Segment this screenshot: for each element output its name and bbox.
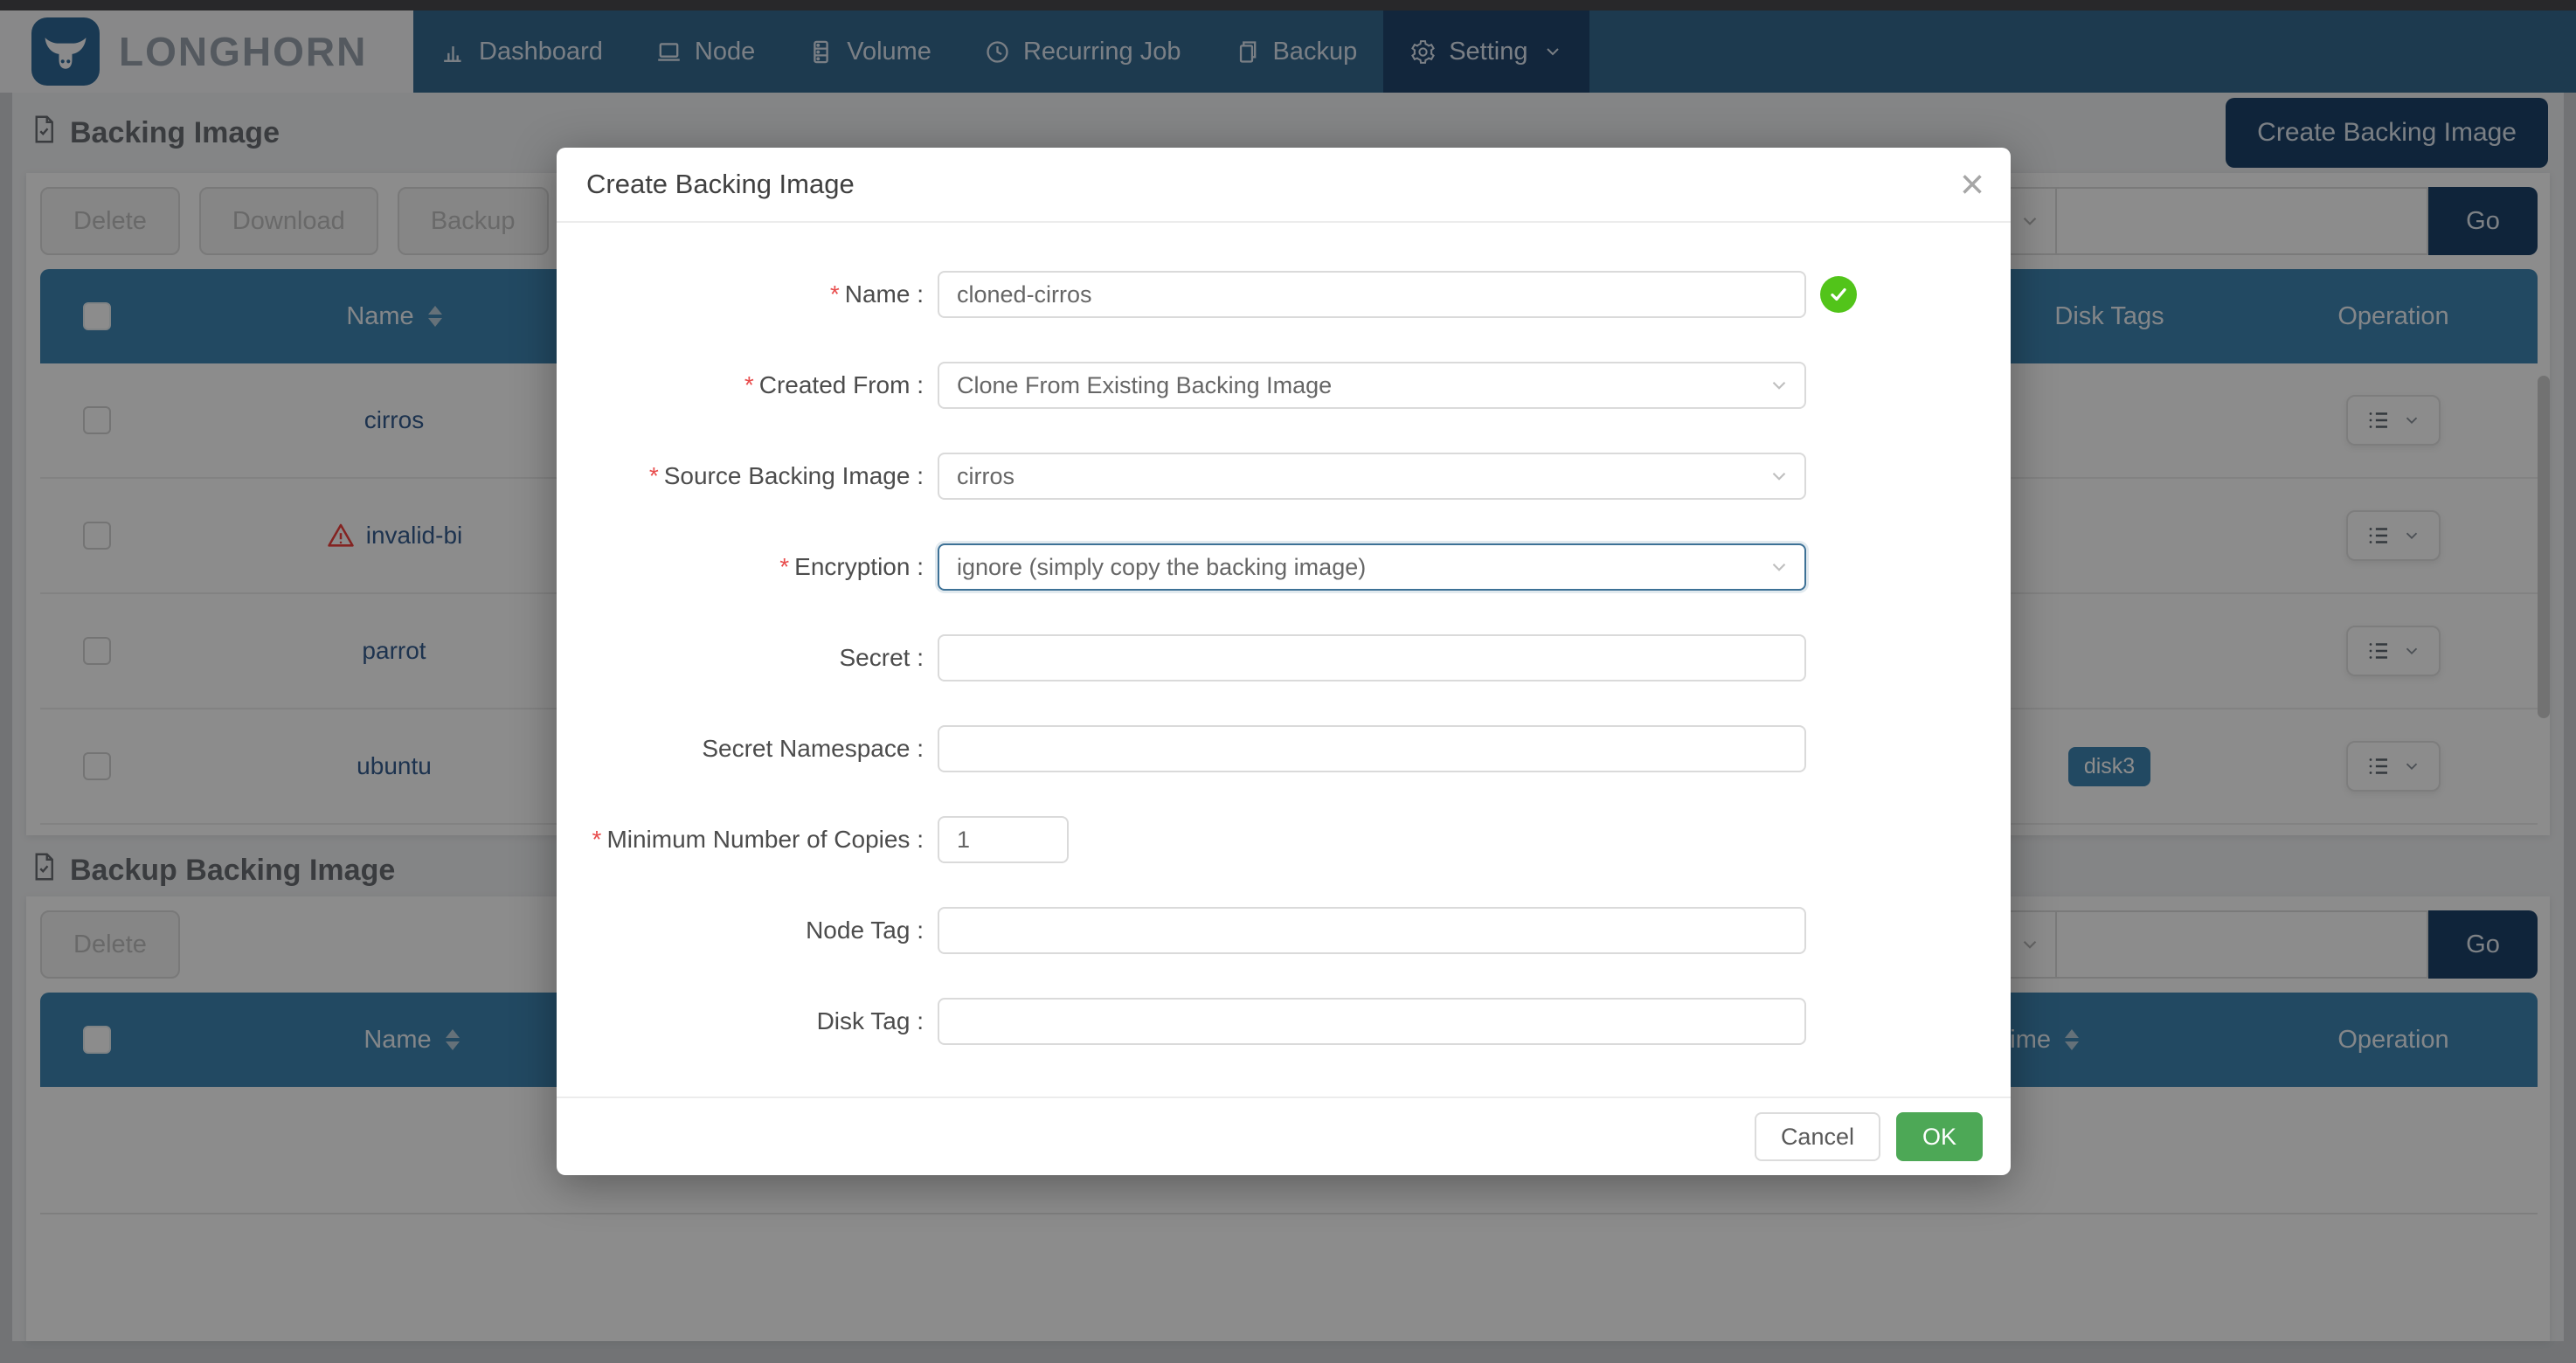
- form-field: *Minimum Number of Copies: [557, 794, 2011, 885]
- ok-button[interactable]: OK: [1896, 1112, 1983, 1161]
- field-label: Disk Tag: [817, 1007, 924, 1034]
- field-label: Node Tag: [806, 917, 924, 944]
- field-label: Name: [845, 280, 924, 308]
- form-field: *Created From Clone From Existing Backing…: [557, 340, 2011, 431]
- modal-title: Create Backing Image: [586, 169, 855, 200]
- form-field: *Encryption ignore (simply copy the backi…: [557, 522, 2011, 612]
- field-secret-input[interactable]: [938, 634, 1806, 682]
- field-label: Encryption: [794, 553, 924, 580]
- field-encryption-select[interactable]: ignore (simply copy the backing image): [938, 543, 1806, 591]
- field-source-backing-image-select[interactable]: cirros: [938, 453, 1806, 500]
- field-disk-tag-input[interactable]: [938, 998, 1806, 1045]
- close-icon[interactable]: ×: [1960, 155, 1984, 216]
- field-label: Minimum Number of Copies: [606, 826, 924, 853]
- required-asterisk: *: [830, 280, 840, 308]
- form-field: *Name: [557, 249, 2011, 340]
- chevron-down-icon: [1768, 465, 1790, 488]
- field-created-from-select[interactable]: Clone From Existing Backing Image: [938, 362, 1806, 409]
- field-label: Secret Namespace: [702, 735, 924, 762]
- form-field: *Source Backing Image cirros: [557, 431, 2011, 522]
- create-backing-image-modal: Create Backing Image × *Name*Created Fro…: [557, 148, 2011, 1175]
- modal-header: Create Backing Image ×: [557, 148, 2011, 223]
- select-value: cirros: [957, 463, 1014, 490]
- form-field: Secret Namespace: [557, 703, 2011, 794]
- longhorn-app: LONGHORN DashboardNodeVolumeRecurring Jo…: [0, 0, 2576, 1363]
- field-label: Source Backing Image: [664, 462, 924, 489]
- form-field: Disk Tag: [557, 976, 2011, 1067]
- modal-body: *Name*Created FromClone From Existing Ba…: [557, 225, 2011, 1097]
- required-asterisk: *: [649, 462, 659, 489]
- select-value: Clone From Existing Backing Image: [957, 372, 1332, 399]
- form-field: Node Tag: [557, 885, 2011, 976]
- chevron-down-icon: [1768, 374, 1790, 397]
- chevron-down-icon: [1768, 556, 1790, 578]
- field-label: Secret: [840, 644, 924, 671]
- cancel-button[interactable]: Cancel: [1755, 1112, 1880, 1161]
- select-value: ignore (simply copy the backing image): [957, 554, 1366, 581]
- field-label: Created From: [759, 371, 924, 398]
- required-asterisk: *: [779, 553, 789, 580]
- form-field: Secret: [557, 612, 2011, 703]
- field-minimum-number-of-copies-input[interactable]: [938, 816, 1069, 863]
- field-secret-namespace-input[interactable]: [938, 725, 1806, 772]
- field-name-input[interactable]: [938, 271, 1806, 318]
- required-asterisk: *: [744, 371, 754, 398]
- check-circle-icon: [1820, 276, 1857, 313]
- required-asterisk: *: [592, 826, 602, 853]
- field-node-tag-input[interactable]: [938, 907, 1806, 954]
- modal-footer: Cancel OK: [557, 1097, 2011, 1175]
